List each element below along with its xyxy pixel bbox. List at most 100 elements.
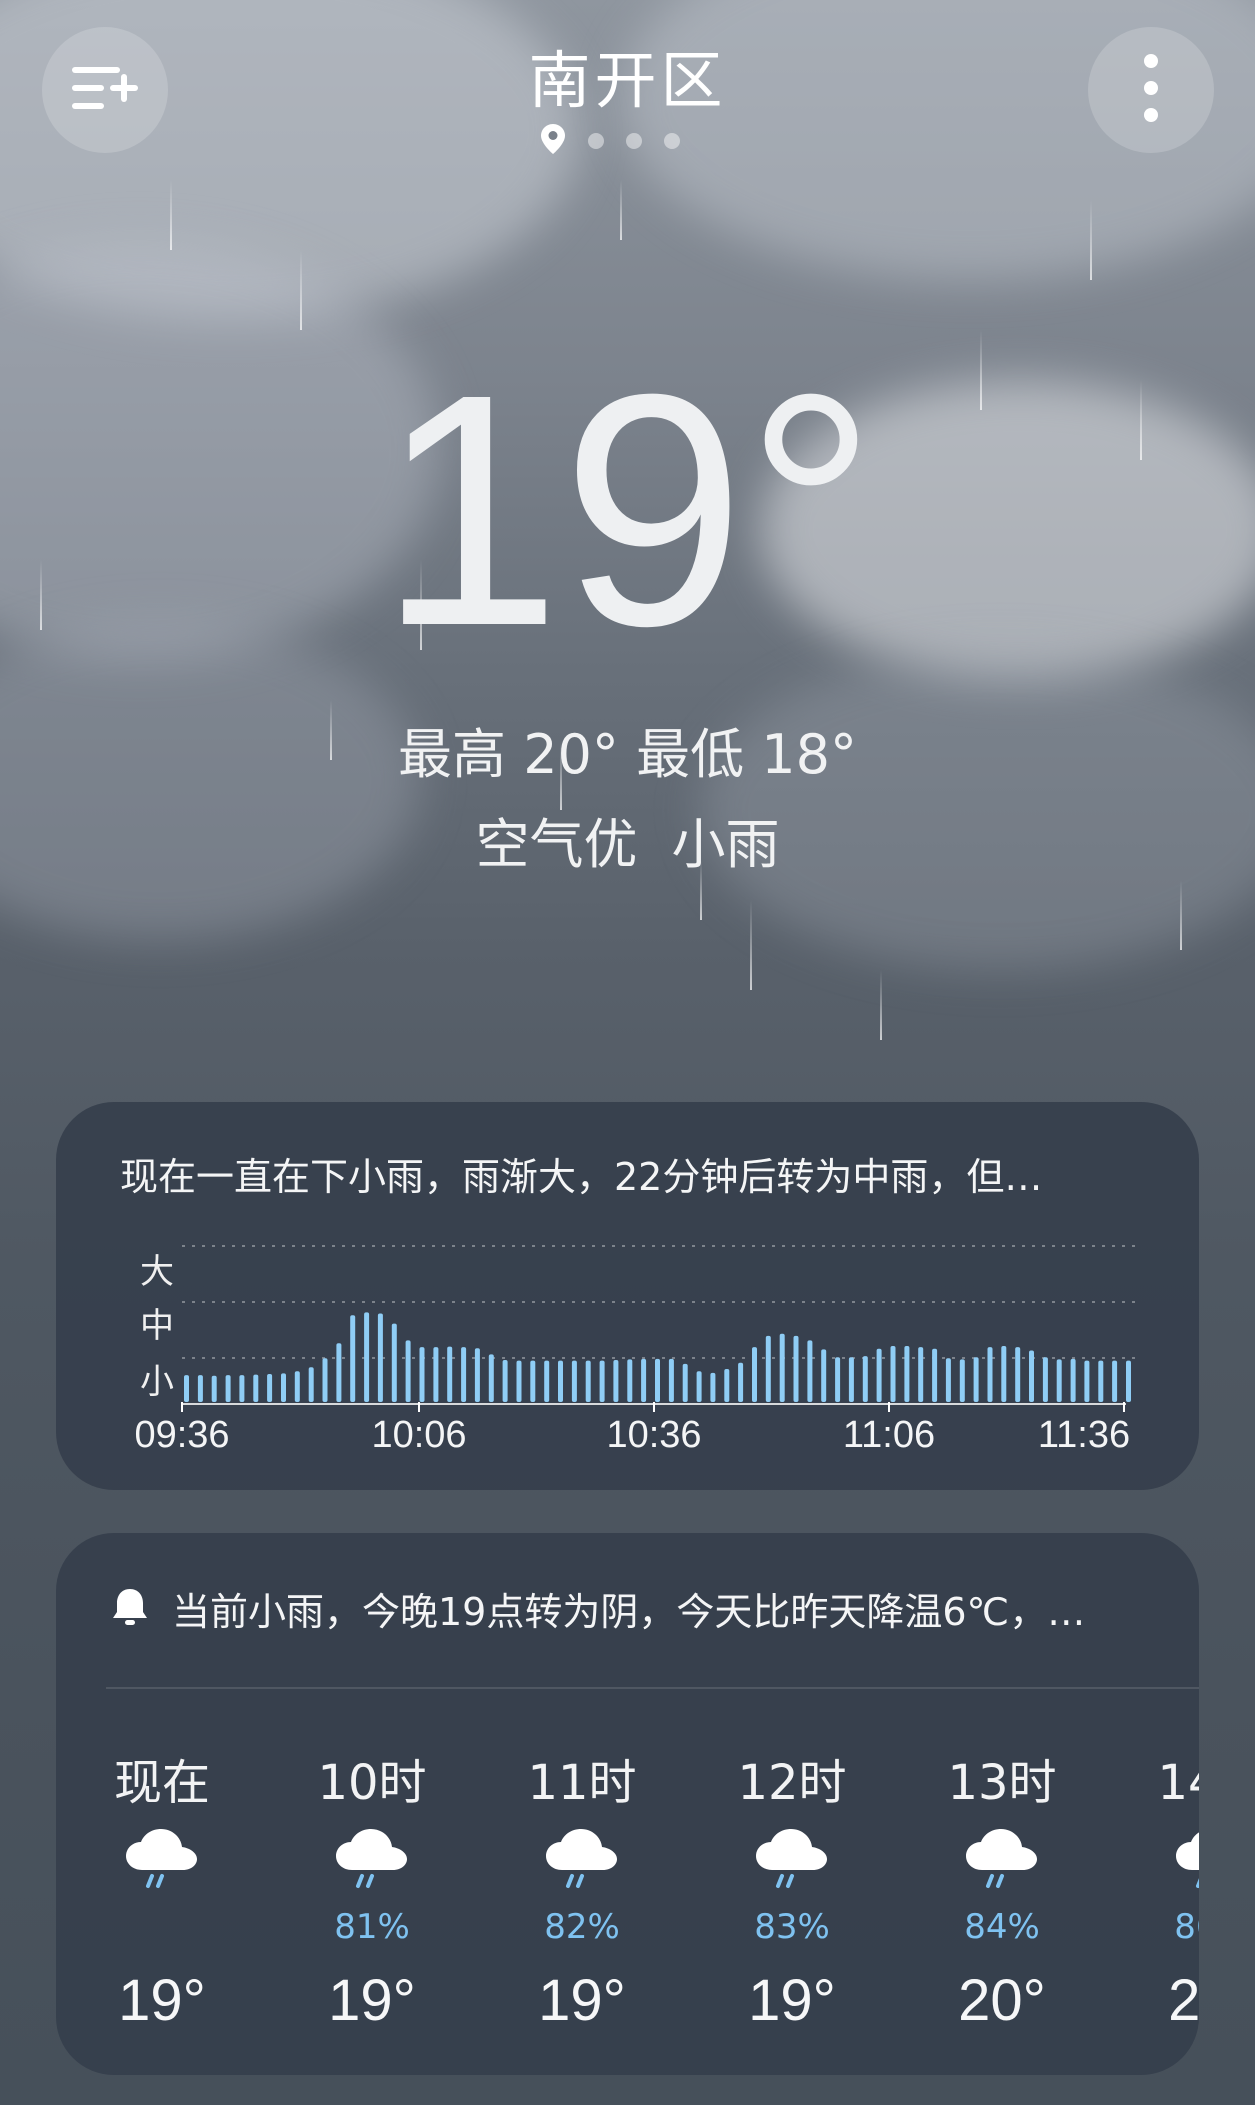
- precip-probability: 82%: [544, 1907, 620, 1947]
- precip-bar: [821, 1349, 827, 1402]
- cloud-rain-icon: [62, 1811, 262, 1907]
- time-label: 11:36: [1037, 1414, 1131, 1456]
- precip-probability: [62, 1907, 262, 1949]
- precip-bar: [308, 1367, 314, 1402]
- precip-bar: [848, 1357, 854, 1402]
- high-low-temperature: 最高 20° 最低 18°: [398, 723, 857, 786]
- precip-bar: [724, 1369, 730, 1402]
- precip-bar: [1098, 1360, 1104, 1402]
- more-options-button[interactable]: [1088, 27, 1214, 153]
- precipitation-card[interactable]: 现在一直在下小雨，雨渐大，22分钟后转为中雨，但… 大 中 小 09:36 10…: [56, 1102, 1199, 1490]
- precip-bar: [211, 1375, 217, 1402]
- precip-bar: [433, 1347, 439, 1402]
- precip-bar: [696, 1371, 702, 1402]
- precip-bar: [197, 1375, 203, 1402]
- precip-bar: [1001, 1346, 1007, 1402]
- precip-bar: [571, 1360, 577, 1402]
- hour-column[interactable]: 现在 19°: [62, 1743, 262, 2034]
- precip-bar: [655, 1358, 660, 1402]
- precip-bar: [613, 1360, 619, 1402]
- precip-bar: [419, 1347, 425, 1402]
- current-temperature: 19°: [377, 325, 878, 694]
- time-label: 10:36: [606, 1414, 702, 1456]
- cloud-rain-icon: [902, 1811, 1102, 1907]
- precip-bar: [474, 1348, 480, 1402]
- precip-probability: 86%: [1174, 1907, 1199, 1947]
- city-title: 南开区: [528, 44, 727, 117]
- precip-bar: [599, 1360, 605, 1402]
- hour-label: 13时: [947, 1755, 1057, 1811]
- precip-bar: [876, 1348, 882, 1402]
- weather-alert[interactable]: 当前小雨，今晚19点转为阴，今天比昨天降温6℃，…: [108, 1581, 1085, 1636]
- page-dot[interactable]: [626, 133, 642, 149]
- hour-label: 12时: [737, 1755, 847, 1811]
- precip-bar: [779, 1333, 785, 1402]
- hourly-forecast-card[interactable]: 当前小雨，今晚19点转为阴，今天比昨天降温6℃，… 现在 19° 10时 81%…: [56, 1533, 1199, 2075]
- precip-bar: [862, 1356, 868, 1402]
- precip-bar: [904, 1346, 910, 1402]
- precip-bar: [765, 1335, 771, 1402]
- precip-bar: [641, 1358, 647, 1402]
- cloud-rain-icon: [272, 1811, 472, 1907]
- hour-column[interactable]: 14时 86% 20°: [1112, 1743, 1199, 2034]
- precip-bar: [322, 1358, 328, 1402]
- alert-text: 当前小雨，今晚19点转为阴，今天比昨天降温6℃，…: [172, 1590, 1086, 1634]
- hour-temperature: 19°: [328, 1968, 416, 2033]
- divider: [106, 1687, 1199, 1689]
- hour-temperature: 19°: [538, 1968, 626, 2033]
- hour-column[interactable]: 13时 84% 20°: [902, 1743, 1102, 2034]
- precip-bar: [267, 1374, 273, 1402]
- hour-column[interactable]: 11时 82% 19°: [482, 1743, 682, 2034]
- precip-probability: 84%: [964, 1907, 1040, 1947]
- hour-temperature: 19°: [748, 1968, 836, 2033]
- precip-bar: [682, 1363, 688, 1402]
- precip-bar: [516, 1360, 522, 1402]
- precip-bar: [932, 1348, 938, 1402]
- precip-bar: [488, 1354, 494, 1402]
- precip-bar: [350, 1315, 356, 1402]
- precip-bar: [918, 1347, 924, 1402]
- hour-label: 14时: [1157, 1755, 1199, 1811]
- precip-bar: [1056, 1359, 1062, 1402]
- cloud-rain-icon: [1112, 1811, 1199, 1907]
- precip-bar: [225, 1375, 231, 1402]
- time-label: 09:36: [134, 1414, 230, 1456]
- precip-bar: [890, 1346, 896, 1402]
- precip-bar: [668, 1358, 674, 1402]
- precip-bar: [1084, 1360, 1090, 1402]
- page-dot[interactable]: [588, 133, 604, 149]
- air-quality-condition[interactable]: 空气优 小雨: [0, 800, 1255, 879]
- time-label: 11:06: [842, 1414, 936, 1456]
- precip-probability: 83%: [754, 1907, 830, 1947]
- precip-bar: [793, 1335, 799, 1402]
- bell-icon: [108, 1585, 152, 1633]
- precip-bar: [239, 1375, 245, 1402]
- page-dot[interactable]: [664, 133, 680, 149]
- precip-bar: [987, 1347, 993, 1402]
- precip-bar: [364, 1312, 370, 1402]
- precip-bar: [544, 1360, 550, 1402]
- hour-temperature: 20°: [958, 1968, 1046, 2033]
- precip-bar: [1015, 1347, 1021, 1402]
- precip-bar: [1042, 1357, 1048, 1402]
- precip-bar: [184, 1375, 189, 1402]
- hour-label: 现在: [113, 1755, 210, 1811]
- precip-bar: [1112, 1360, 1118, 1402]
- precip-bar: [710, 1372, 716, 1402]
- precip-bar: [738, 1362, 744, 1402]
- precip-bar: [447, 1346, 453, 1402]
- precip-bar: [253, 1374, 259, 1402]
- precip-probability: 81%: [334, 1907, 410, 1947]
- precip-bar: [835, 1357, 841, 1402]
- condition-label: 小雨: [671, 813, 780, 876]
- precip-bar: [281, 1373, 286, 1402]
- hour-column[interactable]: 10时 81% 19°: [272, 1743, 472, 2034]
- precip-bar: [502, 1360, 508, 1402]
- precip-bar: [1029, 1350, 1034, 1402]
- precip-bar: [558, 1360, 563, 1402]
- precip-bar: [530, 1360, 536, 1402]
- hour-column[interactable]: 12时 83% 19°: [692, 1743, 892, 2034]
- precip-bar: [336, 1343, 342, 1402]
- precip-bar: [959, 1359, 965, 1402]
- precip-bar: [945, 1358, 951, 1402]
